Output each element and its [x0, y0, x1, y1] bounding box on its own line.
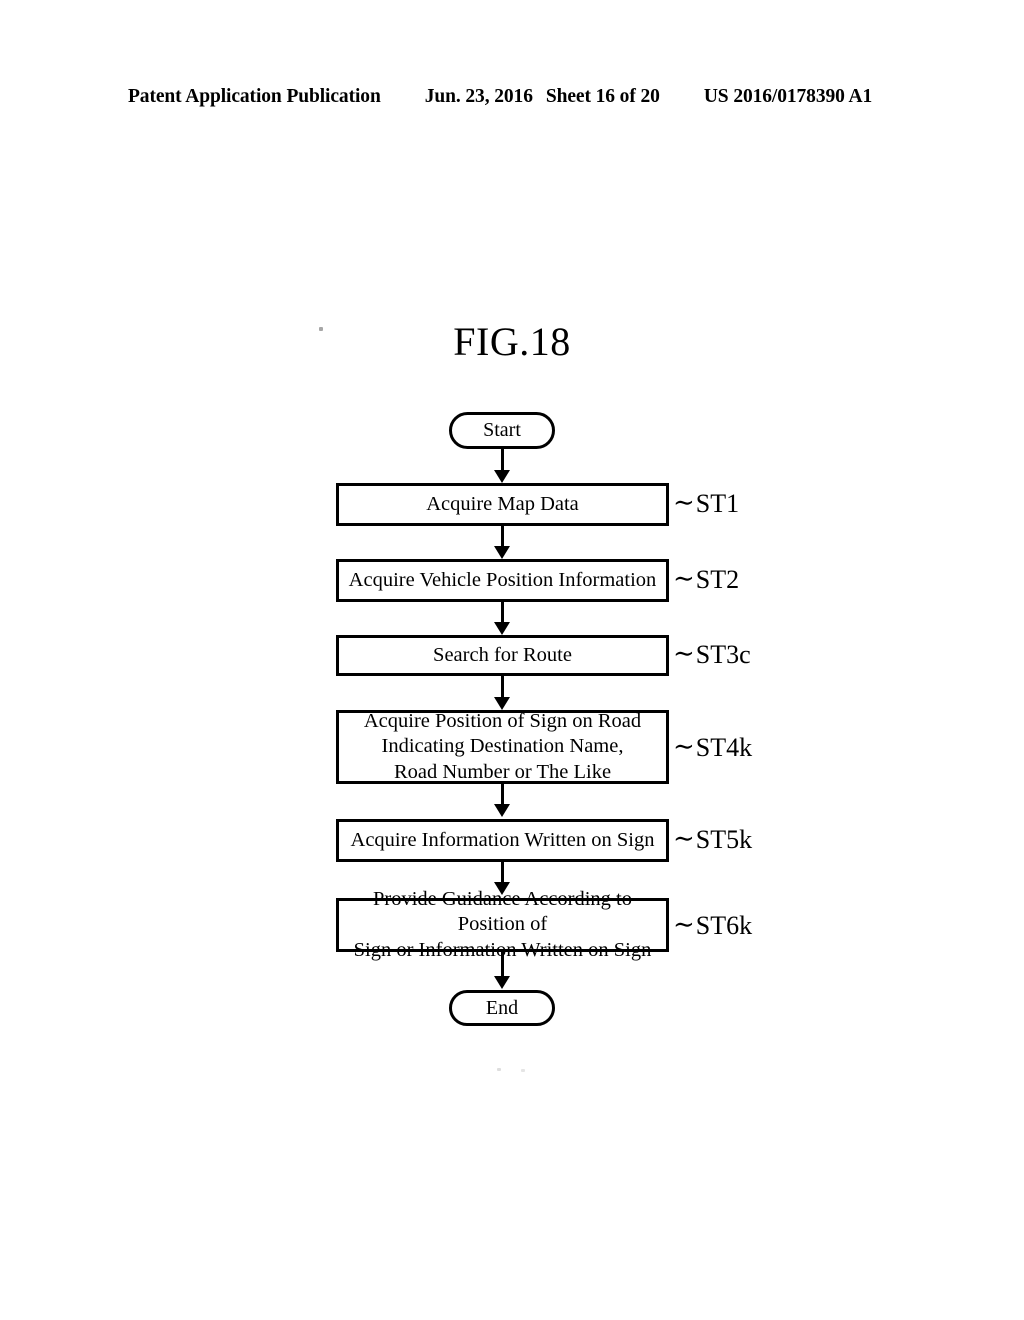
step-ref-st5k: ∼ ST5k — [673, 824, 753, 855]
step-ref-st4k: ∼ ST4k — [673, 732, 753, 763]
connector-st4k-to-st5k — [501, 784, 504, 805]
arrowhead-start-to-st1 — [494, 470, 510, 483]
flow-node-st1-label: Acquire Map Data — [426, 492, 579, 515]
flow-node-st5k-label: Acquire Information Written on Sign — [350, 828, 655, 851]
flow-node-st1: Acquire Map Data — [336, 483, 669, 526]
connector-start-to-st1 — [501, 449, 504, 471]
arrowhead-st2-to-st3c — [494, 622, 510, 635]
flowchart-diagram: Start Acquire Map Data ∼ ST1 Acquire Veh… — [0, 0, 1024, 1320]
tilde-glyph-icon: ∼ — [673, 824, 695, 853]
step-ref-st6k-text: ST6k — [695, 911, 753, 940]
flow-node-end: End — [449, 990, 555, 1026]
flow-node-st4k-line1: Acquire Position of Sign on Road — [363, 710, 642, 733]
connector-st1-to-st2 — [501, 526, 504, 547]
tilde-glyph-icon: ∼ — [673, 910, 695, 939]
step-ref-st6k: ∼ ST6k — [673, 910, 753, 941]
arrowhead-st4k-to-st5k — [494, 804, 510, 817]
step-ref-st5k-text: ST5k — [695, 825, 753, 854]
tilde-glyph-icon: ∼ — [673, 732, 695, 761]
arrowhead-st3c-to-st4k — [494, 697, 510, 710]
flow-node-st4k-line3: Road Number or The Like — [393, 760, 612, 783]
flow-node-start: Start — [449, 412, 555, 449]
flow-node-st5k: Acquire Information Written on Sign — [336, 819, 669, 862]
connector-st5k-to-st6k — [501, 862, 504, 883]
step-ref-st2-text: ST2 — [695, 565, 740, 594]
flow-node-st2: Acquire Vehicle Position Information — [336, 559, 669, 602]
flow-node-end-label: End — [485, 996, 519, 1019]
connector-st6k-to-end — [501, 952, 504, 977]
flow-node-st2-label: Acquire Vehicle Position Information — [348, 568, 657, 591]
flow-node-start-label: Start — [483, 419, 521, 441]
flow-node-st3c-label: Search for Route — [433, 643, 572, 666]
connector-st2-to-st3c — [501, 602, 504, 623]
tilde-glyph-icon: ∼ — [673, 488, 695, 517]
arrowhead-st1-to-st2 — [494, 546, 510, 559]
flow-node-st4k-line2: Indicating Destination Name, — [381, 735, 624, 758]
step-ref-st1-text: ST1 — [695, 489, 740, 518]
step-ref-st3c: ∼ ST3c — [673, 639, 751, 670]
flow-node-st6k-line1: Provide Guidance According to Position o… — [372, 888, 633, 936]
tilde-glyph-icon: ∼ — [673, 639, 695, 668]
step-ref-st2: ∼ ST2 — [673, 564, 740, 595]
flow-node-st4k: Acquire Position of Sign on Road Indicat… — [336, 710, 669, 784]
arrowhead-st6k-to-end — [494, 976, 510, 989]
flow-node-st3c: Search for Route — [336, 635, 669, 676]
step-ref-st1: ∼ ST1 — [673, 488, 740, 519]
tilde-glyph-icon: ∼ — [673, 564, 695, 593]
connector-st3c-to-st4k — [501, 676, 504, 698]
step-ref-st3c-text: ST3c — [695, 640, 751, 669]
step-ref-st4k-text: ST4k — [695, 733, 753, 762]
flow-node-st6k: Provide Guidance According to Position o… — [336, 888, 669, 961]
